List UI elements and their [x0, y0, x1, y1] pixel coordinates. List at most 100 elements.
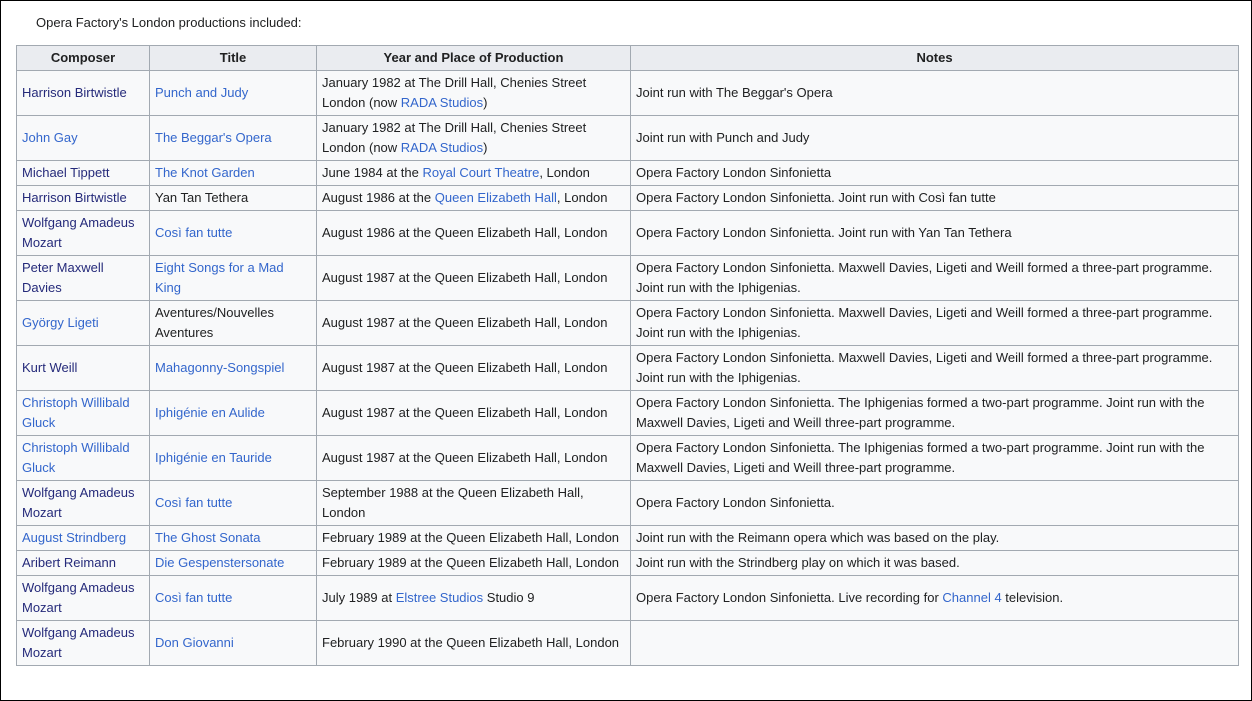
year-place-cell: August 1986 at the Queen Elizabeth Hall,…: [316, 185, 631, 211]
venue-link[interactable]: Queen Elizabeth Hall: [435, 190, 557, 205]
composer-link[interactable]: Wolfgang Amadeus Mozart: [22, 625, 135, 660]
title-link[interactable]: Mahagonny-Songspiel: [155, 360, 284, 375]
composer-link[interactable]: Wolfgang Amadeus Mozart: [22, 215, 135, 250]
title-link[interactable]: Eight Songs for a Mad King: [155, 260, 284, 295]
title-link[interactable]: Iphigénie en Tauride: [155, 450, 272, 465]
composer-link[interactable]: John Gay: [22, 130, 78, 145]
table-row: Kurt Weill Mahagonny-Songspiel August 1987…: [16, 345, 1239, 391]
header-notes[interactable]: Notes: [630, 45, 1239, 71]
composer-link[interactable]: Christoph Willibald Gluck: [22, 395, 130, 430]
notes-text: Opera Factory London Sinfonietta.: [636, 495, 835, 510]
composer-cell: Aribert Reimann: [16, 550, 150, 576]
year-place-text: August 1987 at the Queen Elizabeth Hall,…: [322, 450, 608, 465]
title-link[interactable]: Punch and Judy: [155, 85, 248, 100]
notes-cell: Opera Factory London Sinfonietta. Joint …: [630, 185, 1239, 211]
title-link[interactable]: The Knot Garden: [155, 165, 255, 180]
venue-link[interactable]: RADA Studios: [401, 95, 483, 110]
header-title[interactable]: Title: [149, 45, 317, 71]
table-row: Christoph Willibald Gluck Iphigénie en Au…: [16, 390, 1239, 436]
notes-cell: Opera Factory London Sinfonietta. The Ip…: [630, 390, 1239, 436]
title-cell: Die Gespenstersonate: [149, 550, 317, 576]
title-text: Yan Tan Tethera: [155, 190, 249, 205]
composer-link[interactable]: Kurt Weill: [22, 360, 77, 375]
table-row: Peter Maxwell Davies Eight Songs for a Ma…: [16, 255, 1239, 301]
venue-link[interactable]: Elstree Studios: [396, 590, 483, 605]
year-place-cell: June 1984 at the Royal Court Theatre, Lo…: [316, 160, 631, 186]
composer-link[interactable]: August Strindberg: [22, 530, 126, 545]
year-place-text: June 1984 at the: [322, 165, 423, 180]
title-link[interactable]: Die Gespenstersonate: [155, 555, 284, 570]
year-place-cell: January 1982 at The Drill Hall, Chenies …: [316, 70, 631, 116]
venue-link[interactable]: RADA Studios: [401, 140, 483, 155]
composer-cell: August Strindberg: [16, 525, 150, 551]
page-frame: Opera Factory's London productions inclu…: [0, 0, 1252, 701]
title-cell: Aventures/Nouvelles Aventures: [149, 300, 317, 346]
year-place-text: August 1987 at the Queen Elizabeth Hall,…: [322, 270, 608, 285]
composer-link[interactable]: Christoph Willibald Gluck: [22, 440, 130, 475]
year-place-text: August 1987 at the Queen Elizabeth Hall,…: [322, 360, 608, 375]
title-link[interactable]: The Beggar's Opera: [155, 130, 272, 145]
table-row: Harrison Birtwistle Punch and Judy January…: [16, 70, 1239, 116]
title-cell: Punch and Judy: [149, 70, 317, 116]
notes-text: Opera Factory London Sinfonietta. Joint …: [636, 190, 996, 205]
composer-cell: Peter Maxwell Davies: [16, 255, 150, 301]
year-place-text: July 1989 at: [322, 590, 396, 605]
header-row: Composer Title Year and Place of Product…: [16, 45, 1239, 71]
title-link[interactable]: Così fan tutte: [155, 495, 232, 510]
notes-text: Opera Factory London Sinfonietta: [636, 165, 832, 180]
title-cell: Iphigénie en Aulide: [149, 390, 317, 436]
year-place-text: September 1988 at the Queen Elizabeth Ha…: [322, 485, 584, 520]
header-composer[interactable]: Composer: [16, 45, 150, 71]
header-year-place[interactable]: Year and Place of Production: [316, 45, 631, 71]
title-cell: Don Giovanni: [149, 620, 317, 666]
composer-link[interactable]: Peter Maxwell Davies: [22, 260, 104, 295]
year-place-text: February 1990 at the Queen Elizabeth Hal…: [322, 635, 620, 650]
year-place-suffix: ): [483, 140, 488, 155]
year-place-text: August 1986 at the: [322, 190, 435, 205]
notes-link[interactable]: Channel 4: [942, 590, 1001, 605]
title-cell: Mahagonny-Songspiel: [149, 345, 317, 391]
composer-cell: John Gay: [16, 115, 150, 161]
year-place-suffix: Studio 9: [483, 590, 535, 605]
composer-cell: Michael Tippett: [16, 160, 150, 186]
composer-link[interactable]: György Ligeti: [22, 315, 99, 330]
year-place-text: August 1987 at the Queen Elizabeth Hall,…: [322, 405, 608, 420]
title-link[interactable]: Don Giovanni: [155, 635, 234, 650]
composer-link[interactable]: Harrison Birtwistle: [22, 85, 127, 100]
composer-link[interactable]: Harrison Birtwistle: [22, 190, 127, 205]
composer-link[interactable]: Aribert Reimann: [22, 555, 116, 570]
year-place-text: August 1986 at the Queen Elizabeth Hall,…: [322, 225, 608, 240]
table-row: Aribert Reimann Die Gespenstersonate Febru…: [16, 550, 1239, 576]
table-body: Harrison Birtwistle Punch and Judy January…: [16, 70, 1239, 666]
composer-cell: Wolfgang Amadeus Mozart: [16, 575, 150, 621]
intro-text: Opera Factory's London productions inclu…: [36, 15, 302, 30]
year-place-text: August 1987 at the Queen Elizabeth Hall,…: [322, 315, 608, 330]
notes-text: Opera Factory London Sinfonietta. Maxwel…: [636, 350, 1213, 385]
year-place-cell: July 1989 at Elstree Studios Studio 9: [316, 575, 631, 621]
notes-cell: Joint run with the Strindberg play on wh…: [630, 550, 1239, 576]
composer-link[interactable]: Michael Tippett: [22, 165, 109, 180]
venue-link[interactable]: Royal Court Theatre: [422, 165, 539, 180]
composer-cell: Wolfgang Amadeus Mozart: [16, 210, 150, 256]
title-link[interactable]: Così fan tutte: [155, 225, 232, 240]
title-cell: Iphigénie en Tauride: [149, 435, 317, 481]
composer-link[interactable]: Wolfgang Amadeus Mozart: [22, 580, 135, 615]
title-cell: The Ghost Sonata: [149, 525, 317, 551]
title-link[interactable]: Iphigénie en Aulide: [155, 405, 265, 420]
year-place-cell: August 1987 at the Queen Elizabeth Hall,…: [316, 300, 631, 346]
year-place-cell: August 1986 at the Queen Elizabeth Hall,…: [316, 210, 631, 256]
notes-cell: [630, 620, 1239, 666]
composer-link[interactable]: Wolfgang Amadeus Mozart: [22, 485, 135, 520]
title-link[interactable]: The Ghost Sonata: [155, 530, 261, 545]
productions-table: Composer Title Year and Place of Product…: [16, 45, 1239, 666]
notes-text: Opera Factory London Sinfonietta. The Ip…: [636, 440, 1205, 475]
title-cell: Così fan tutte: [149, 480, 317, 526]
title-link[interactable]: Così fan tutte: [155, 590, 232, 605]
composer-cell: Harrison Birtwistle: [16, 70, 150, 116]
composer-cell: Wolfgang Amadeus Mozart: [16, 620, 150, 666]
title-cell: The Knot Garden: [149, 160, 317, 186]
notes-cell: Opera Factory London Sinfonietta. Maxwel…: [630, 255, 1239, 301]
notes-cell: Opera Factory London Sinfonietta. Live r…: [630, 575, 1239, 621]
year-place-cell: January 1982 at The Drill Hall, Chenies …: [316, 115, 631, 161]
year-place-cell: August 1987 at the Queen Elizabeth Hall,…: [316, 345, 631, 391]
